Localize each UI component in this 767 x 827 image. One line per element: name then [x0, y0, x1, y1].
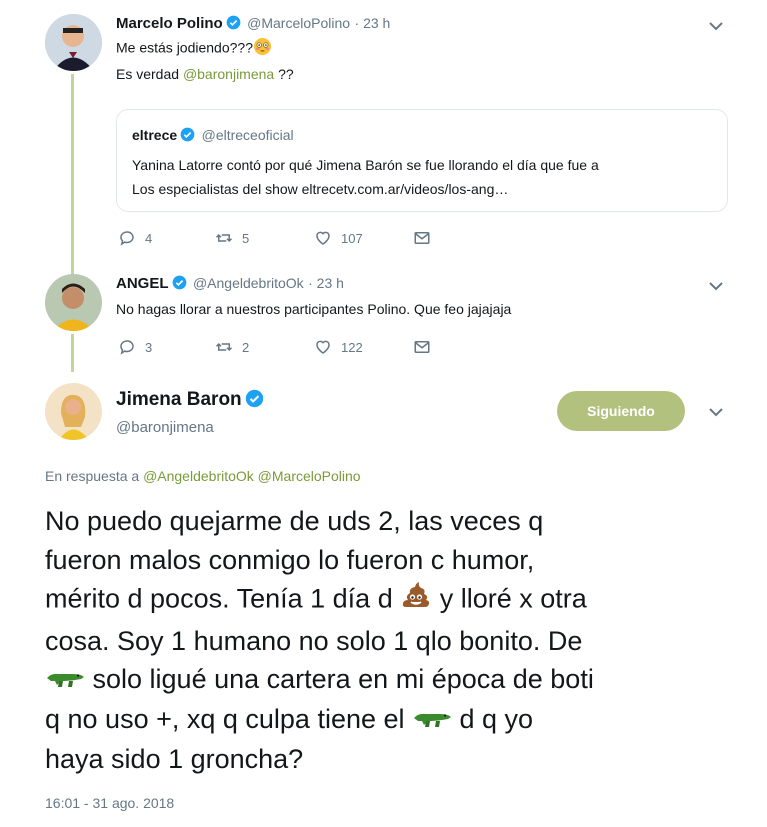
- dm-button[interactable]: [413, 229, 431, 247]
- like-count: 122: [341, 339, 363, 355]
- reply-count: 3: [145, 339, 153, 355]
- tweet2-time[interactable]: · 23 h: [308, 275, 344, 291]
- main-line-6a: q no uso +, xq q culpa tiene el: [45, 704, 413, 735]
- quoted-tweet[interactable]: eltrece @eltreceoficial Yanina Latorre c…: [116, 109, 728, 212]
- mention-baronjimena[interactable]: @baronjimena: [183, 66, 274, 82]
- tweet2-author-name[interactable]: ANGEL: [116, 275, 169, 292]
- main-line-3: mérito d pocos. Tenía 1 día d y lloré x …: [45, 579, 760, 622]
- thread-line: [71, 334, 74, 372]
- tweet2-handle[interactable]: @AngeldebritoOk: [193, 275, 304, 291]
- quote-author-name: eltrece: [132, 127, 178, 143]
- main-line-1: No puedo quejarme de uds 2, las veces q: [45, 506, 544, 536]
- retweet-button[interactable]: 2: [215, 338, 249, 356]
- reply-button[interactable]: 3: [118, 338, 152, 356]
- main-line-2: fueron malos conmigo lo fueron c humor,: [45, 544, 535, 575]
- main-tweet-text: No puedo quejarme de uds 2, las veces q …: [45, 502, 760, 779]
- like-icon: [316, 340, 330, 354]
- main-line-7: haya sido 1 groncha?: [45, 744, 304, 775]
- like-button[interactable]: 122: [314, 338, 363, 356]
- crocodile-emoji-icon: [45, 662, 85, 701]
- dm-icon: [414, 341, 430, 353]
- dm-icon: [414, 232, 430, 244]
- tweet1-actions: 4 5 107: [118, 229, 448, 249]
- verified-icon: [180, 127, 195, 142]
- like-count: 107: [341, 230, 363, 246]
- main-author-name[interactable]: Jimena Baron: [116, 389, 242, 410]
- retweet-icon: [215, 233, 233, 243]
- avatar-marcelo[interactable]: [45, 14, 102, 71]
- reply-button[interactable]: 4: [118, 229, 152, 247]
- quote-header: eltrece @eltreceoficial: [132, 127, 294, 145]
- reply-context-prefix: En respuesta a: [45, 468, 144, 484]
- retweet-icon: [215, 342, 233, 352]
- verified-icon: [172, 275, 187, 290]
- chevron-down-icon[interactable]: [708, 404, 724, 425]
- chevron-down-icon[interactable]: [708, 18, 724, 39]
- main-line-5-text: solo ligué una cartera en mi época de bo…: [85, 664, 594, 694]
- tweet2-text: No hagas llorar a nuestros participantes…: [116, 301, 512, 317]
- main-line-4: cosa. Soy 1 humano no solo 1 qlo bonito.…: [45, 625, 583, 656]
- reply-icon: [120, 340, 134, 355]
- tweet2-actions: 3 2 122: [118, 338, 448, 358]
- tweet1-time[interactable]: · 23 h: [355, 15, 391, 31]
- mention-angeldebritook[interactable]: @AngeldebritoOk: [143, 468, 254, 484]
- retweet-count: 5: [242, 230, 250, 246]
- poop-emoji-icon: [400, 579, 432, 622]
- main-line-6: q no uso +, xq q culpa tiene el d q yo: [45, 700, 760, 740]
- avatar-jimena[interactable]: [45, 383, 102, 440]
- tweet1-line1: Me estás jodiendo???: [116, 39, 253, 56]
- main-line-3b: y lloré x otra: [432, 583, 587, 614]
- avatar-angel[interactable]: [45, 274, 102, 331]
- retweet-button[interactable]: 5: [215, 229, 249, 247]
- verified-icon: [245, 389, 264, 408]
- main-handle[interactable]: @baronjimena: [116, 419, 214, 436]
- main-line-3a: mérito d pocos. Tenía 1 día d: [45, 583, 401, 614]
- tweet1-author-name[interactable]: Marcelo Polino: [116, 15, 223, 32]
- like-icon: [316, 231, 330, 245]
- quote-text-line2: Los especialistas del show eltrecetv.com…: [132, 181, 509, 197]
- like-button[interactable]: 107: [314, 229, 363, 247]
- thread-line: [71, 74, 74, 277]
- tweet1-header: Marcelo Polino @MarceloPolino · 23 h: [116, 15, 390, 33]
- quote-handle: @eltreceoficial: [201, 127, 294, 143]
- main-author: Jimena Baron: [116, 389, 266, 411]
- main-line-6b: d q yo: [452, 704, 534, 735]
- quote-text-line1: Yanina Latorre contó por qué Jimena Baró…: [132, 157, 599, 173]
- tweet1-line2-pre: Es verdad: [116, 66, 183, 82]
- main-timestamp[interactable]: 16:01 - 31 ago. 2018: [45, 795, 174, 811]
- reply-icon: [120, 231, 134, 246]
- tweet1-text: Me estás jodiendo??? Es verdad @baronjim…: [116, 37, 294, 84]
- dm-button[interactable]: [413, 338, 431, 356]
- quote-text: Yanina Latorre contó por qué Jimena Baró…: [132, 153, 722, 201]
- mention-marcelopolino[interactable]: @MarceloPolino: [258, 468, 361, 484]
- tweet1-handle[interactable]: @MarceloPolino: [247, 15, 350, 31]
- chevron-down-icon[interactable]: [708, 278, 724, 299]
- reply-count: 4: [145, 230, 153, 246]
- crocodile-emoji-icon: [412, 702, 452, 741]
- tweet1-line2-post: ??: [274, 66, 294, 82]
- tweet2-header: ANGEL @AngeldebritoOk · 23 h: [116, 275, 344, 293]
- reply-context: En respuesta a @AngeldebritoOk @MarceloP…: [45, 468, 361, 484]
- retweet-count: 2: [242, 339, 250, 355]
- verified-icon: [226, 15, 241, 30]
- flushed-emoji-icon: [253, 37, 272, 61]
- main-line-5: solo ligué una cartera en mi época de bo…: [45, 660, 760, 700]
- following-button[interactable]: Siguiendo: [557, 391, 685, 431]
